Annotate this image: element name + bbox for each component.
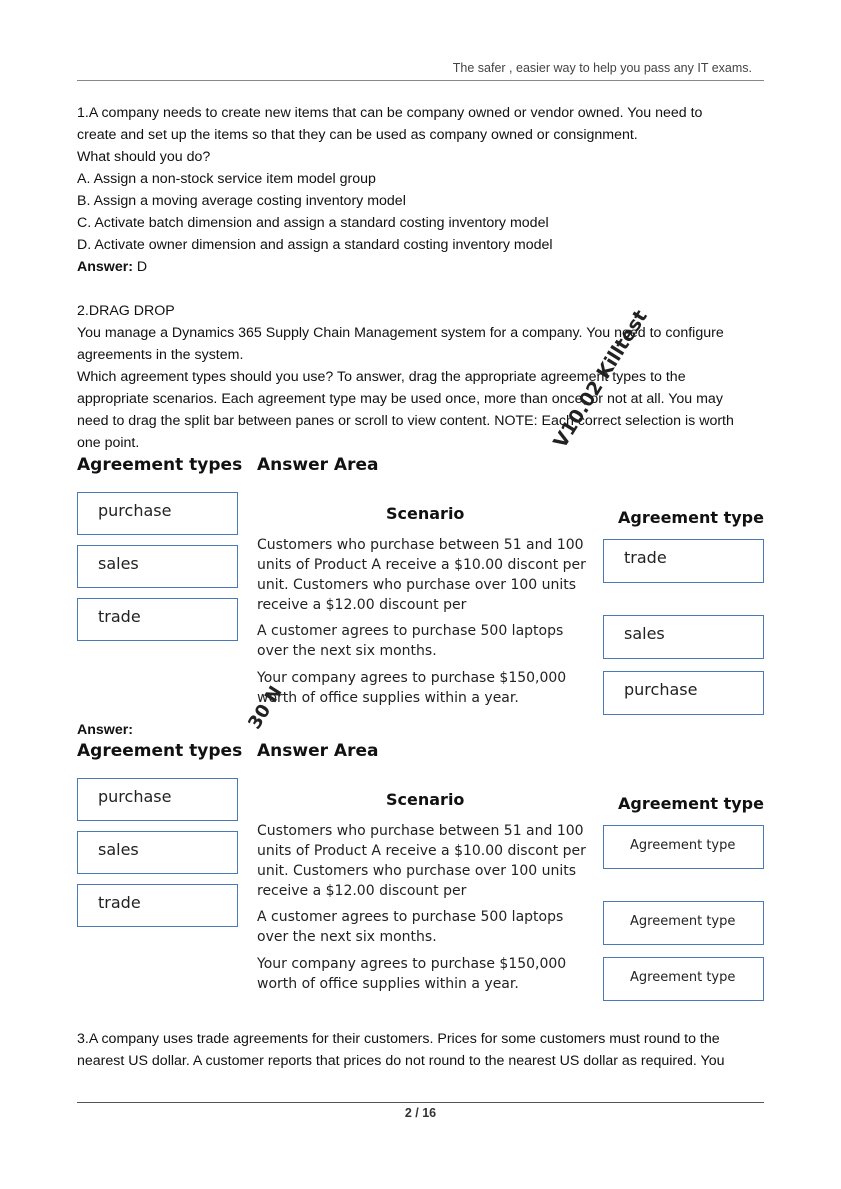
document-page: The safer , easier way to help you pass … [0, 0, 841, 1189]
header-divider [77, 80, 764, 81]
answer-line: Answer: D [77, 256, 777, 278]
text-line: nearest US dollar. A customer reports th… [77, 1053, 725, 1069]
draggable-trade[interactable]: trade [77, 884, 238, 927]
text-line: What should you do? [77, 149, 211, 165]
option-a: A. Assign a non-stock service item model… [77, 171, 376, 187]
draggable-purchase[interactable]: purchase [77, 778, 238, 821]
footer-divider [77, 1102, 764, 1103]
scenario-1: Customers who purchase between 51 and 10… [257, 823, 586, 899]
agreement-type-heading: Agreement type [618, 794, 764, 813]
text-line: You manage a Dynamics 365 Supply Chain M… [77, 325, 724, 341]
option-b: B. Assign a moving average costing inven… [77, 193, 406, 209]
question-1: 1.A company needs to create new items th… [77, 102, 777, 278]
draggable-purchase[interactable]: purchase [77, 492, 238, 535]
text-line: create and set up the items so that they… [77, 127, 638, 143]
scenario-3: Your company agrees to purchase $150,000… [257, 956, 567, 992]
draggable-trade[interactable]: trade [77, 598, 238, 641]
text-line: 2.DRAG DROP [77, 303, 175, 319]
drop-target-2[interactable]: sales [603, 615, 764, 659]
scenario-1: Customers who purchase between 51 and 10… [257, 537, 586, 613]
text-line: Which agreement types should you use? To… [77, 369, 686, 385]
answer-label: Answer: [77, 722, 133, 738]
scenario-2: A customer agrees to purchase 500 laptop… [257, 909, 564, 945]
question-2: 2.DRAG DROP You manage a Dynamics 365 Su… [77, 300, 777, 454]
agreement-types-heading: Agreement types [77, 455, 243, 475]
drop-target-3[interactable]: purchase [603, 671, 764, 715]
drop-target-3[interactable]: Agreement type [603, 957, 764, 1001]
answer-area-heading: Answer Area [257, 741, 379, 761]
scenario-2: A customer agrees to purchase 500 laptop… [257, 623, 564, 659]
text-line: appropriate scenarios. Each agreement ty… [77, 391, 723, 407]
scenario-heading: Scenario [386, 504, 465, 523]
answer-value: D [132, 259, 148, 275]
agreement-types-heading: Agreement types [77, 741, 243, 761]
answer-area-heading: Answer Area [257, 455, 379, 475]
drop-target-1[interactable]: Agreement type [603, 825, 764, 869]
text-line: 1.A company needs to create new items th… [77, 105, 703, 121]
drop-target-2[interactable]: Agreement type [603, 901, 764, 945]
draggable-sales[interactable]: sales [77, 545, 238, 588]
agreement-type-heading: Agreement type [618, 508, 764, 527]
text-line: 3.A company uses trade agreements for th… [77, 1031, 720, 1047]
drag-drop-figure-answer: Agreement types Answer Area purchase sal… [0, 741, 841, 1001]
option-c: C. Activate batch dimension and assign a… [77, 215, 549, 231]
option-d: D. Activate owner dimension and assign a… [77, 237, 553, 253]
page-number: 2 / 16 [404, 1106, 437, 1120]
draggable-sales[interactable]: sales [77, 831, 238, 874]
answer-label: Answer: [77, 259, 133, 275]
question-3: 3.A company uses trade agreements for th… [77, 1028, 777, 1072]
text-line: need to drag the split bar between panes… [77, 413, 734, 429]
text-line: one point. [77, 435, 140, 451]
page-header: The safer , easier way to help you pass … [452, 61, 752, 75]
drag-drop-figure-question: Agreement types Answer Area purchase sal… [0, 455, 841, 715]
scenario-3: Your company agrees to purchase $150,000… [257, 670, 567, 706]
drop-target-1[interactable]: trade [603, 539, 764, 583]
text-line: agreements in the system. [77, 347, 244, 363]
scenario-heading: Scenario [386, 790, 465, 809]
